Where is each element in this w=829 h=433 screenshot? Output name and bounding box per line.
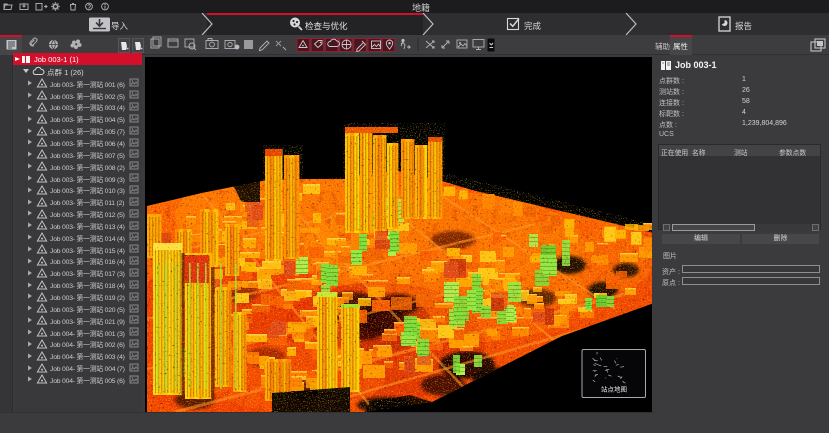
- svg-text:站点地图: 站点地图: [601, 385, 627, 394]
